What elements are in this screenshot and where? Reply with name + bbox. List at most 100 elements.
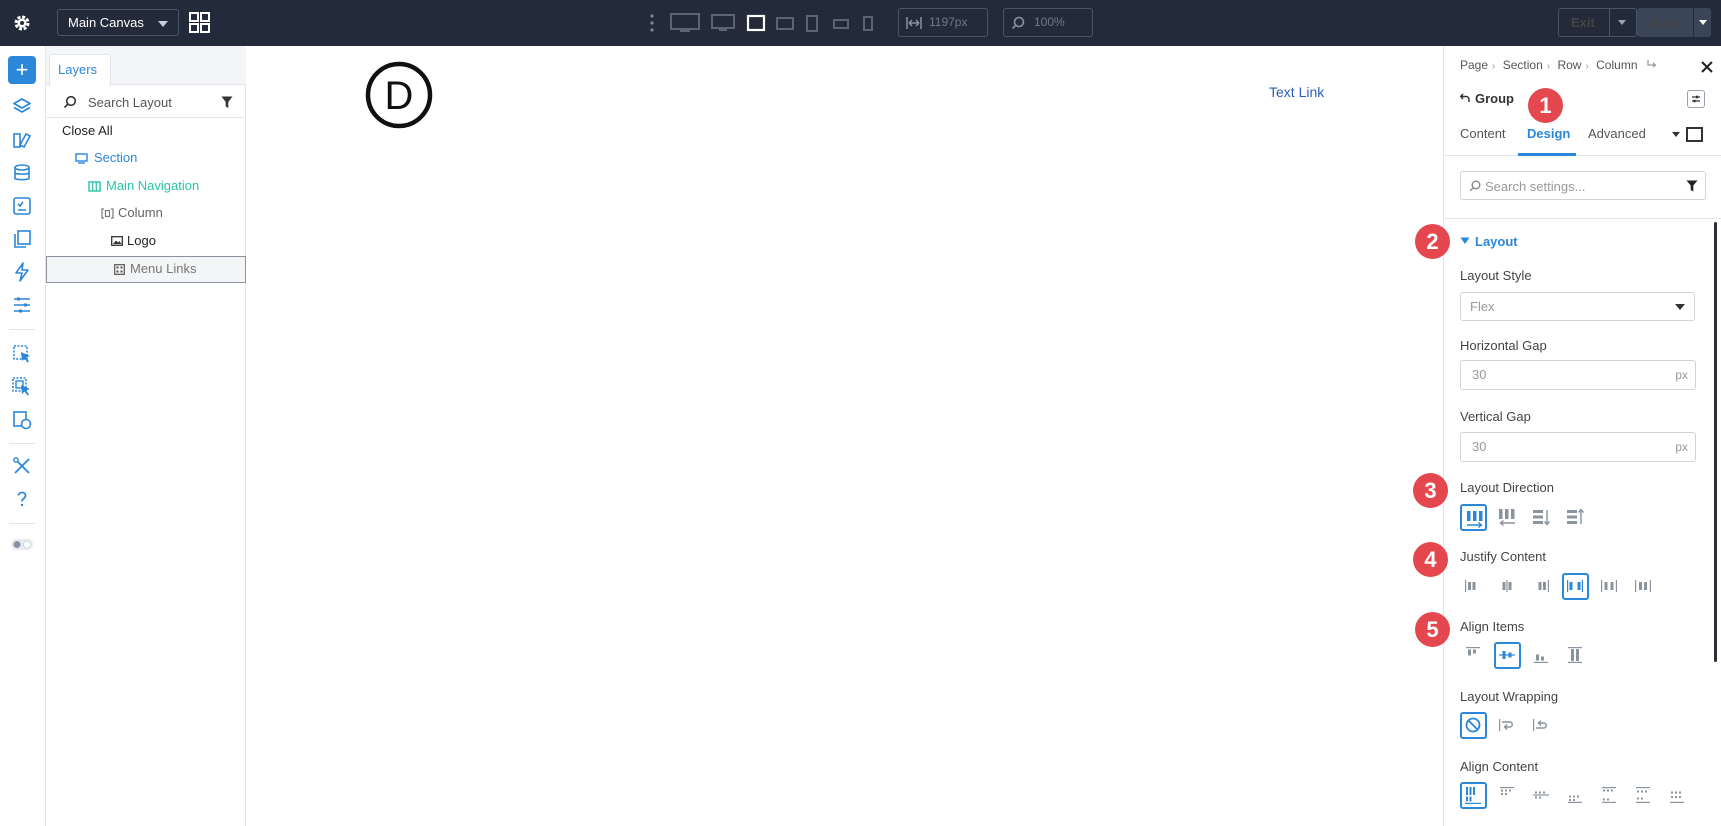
wrap-option[interactable] [1494, 712, 1521, 739]
pages-icon[interactable] [12, 229, 32, 249]
align-content-space-around-icon [1636, 787, 1650, 803]
tablet-landscape-icon[interactable] [776, 12, 794, 34]
align-content-space-between-option[interactable] [1596, 782, 1623, 809]
help-icon[interactable] [12, 489, 32, 509]
breadcrumb-section[interactable]: Section [1503, 58, 1543, 72]
text-link[interactable]: Text Link [1269, 84, 1324, 100]
phone-portrait-icon[interactable] [862, 12, 874, 34]
align-content-space-around-option[interactable] [1630, 782, 1657, 809]
layers-icon[interactable] [12, 97, 32, 117]
preset-options-button[interactable] [1687, 90, 1705, 108]
wide-desktop-icon[interactable] [670, 12, 700, 34]
tab-layers[interactable]: Layers [49, 54, 111, 86]
layer-item-main-navigation[interactable]: Main Navigation [46, 173, 246, 199]
nowrap-option[interactable] [1460, 712, 1487, 739]
save-dropdown-chevron-icon[interactable] [1699, 20, 1707, 25]
exit-dropdown-chevron-icon[interactable] [1618, 20, 1626, 25]
toggle-icon[interactable] [10, 534, 34, 554]
layout-style-select[interactable]: Flex [1460, 292, 1695, 321]
tablet-portrait-icon[interactable] [805, 12, 819, 34]
expand-panel-icon[interactable] [1686, 127, 1703, 142]
filter-icon[interactable] [221, 96, 233, 109]
breadcrumb-column[interactable]: Column [1596, 58, 1637, 72]
direction-column-option[interactable] [1528, 504, 1555, 531]
layer-item-section[interactable]: Section [46, 145, 246, 171]
direction-column-reverse-option[interactable] [1562, 504, 1589, 531]
tools-icon[interactable] [12, 456, 32, 476]
tab-design[interactable]: Design [1518, 124, 1576, 156]
canvas-width-input[interactable]: 1197px [898, 8, 988, 37]
forms-icon[interactable] [12, 196, 32, 216]
phone-landscape-icon[interactable] [832, 12, 850, 34]
align-content-stretch-option[interactable] [1664, 782, 1691, 809]
settings-scrollbar[interactable] [1714, 222, 1717, 662]
vertical-gap-unit[interactable]: px [1675, 433, 1688, 461]
database-icon[interactable] [12, 163, 32, 183]
layer-item-column[interactable]: Column [46, 200, 246, 226]
settings-tabs: Content Design Advanced [1444, 124, 1721, 156]
more-vertical-icon[interactable] [650, 14, 654, 32]
settings-search [1460, 171, 1706, 200]
zoom-input[interactable]: 100% [1003, 8, 1093, 37]
rail-divider [9, 443, 35, 444]
align-center-option[interactable] [1494, 642, 1521, 669]
breadcrumb-row[interactable]: Row [1557, 58, 1581, 72]
justify-space-between-option[interactable] [1562, 573, 1589, 600]
align-stretch-option[interactable] [1562, 642, 1589, 669]
top-toolbar: Main Canvas 1197px 100% Exit Save [0, 0, 1721, 46]
align-end-option[interactable] [1528, 642, 1555, 669]
laptop-icon[interactable] [746, 12, 766, 34]
horizontal-gap-unit[interactable]: px [1675, 361, 1688, 389]
multi-select-icon[interactable] [12, 377, 32, 397]
vertical-gap-input[interactable]: 30 px [1460, 432, 1696, 462]
exit-button-label: Exit [1571, 15, 1595, 30]
canvas-select[interactable]: Main Canvas [57, 9, 179, 36]
wrap-reverse-option[interactable] [1528, 712, 1555, 739]
global-element-icon[interactable] [12, 410, 32, 430]
select-element-icon[interactable] [12, 344, 32, 364]
justify-start-option[interactable] [1460, 573, 1487, 600]
add-module-button[interactable]: + [8, 56, 36, 84]
filter-icon[interactable] [1686, 180, 1698, 192]
desktop-icon[interactable] [711, 12, 735, 34]
divi-logo[interactable]: D [365, 61, 433, 129]
tab-content[interactable]: Content [1460, 124, 1516, 156]
direction-row-option[interactable] [1460, 504, 1487, 531]
close-icon[interactable] [1700, 60, 1714, 74]
horizontal-gap-input[interactable]: 30 px [1460, 360, 1696, 390]
wrap-reverse-icon [1533, 719, 1547, 731]
chevron-down-icon[interactable] [1672, 132, 1680, 137]
no-wrap-icon [1465, 717, 1481, 733]
layers-search-input[interactable] [88, 92, 218, 112]
settings-search-input[interactable] [1485, 177, 1675, 195]
gear-icon[interactable] [12, 13, 32, 33]
chevron-down-icon [158, 21, 168, 27]
align-content-end-option[interactable] [1562, 782, 1589, 809]
justify-space-around-option[interactable] [1596, 573, 1623, 600]
layout-wrapping-label: Layout Wrapping [1460, 689, 1559, 704]
justify-end-option[interactable] [1528, 573, 1555, 600]
justify-space-evenly-option[interactable] [1630, 573, 1657, 600]
align-start-option[interactable] [1460, 642, 1487, 669]
layer-item-menu-links[interactable]: Menu Links [46, 256, 246, 283]
close-all-button[interactable]: Close All [46, 118, 246, 144]
level-down-icon[interactable] [1647, 60, 1657, 69]
tab-advanced[interactable]: Advanced [1588, 124, 1658, 156]
justify-center-option[interactable] [1494, 573, 1521, 600]
breadcrumb-page[interactable]: Page [1460, 58, 1488, 72]
builder-canvas[interactable]: D Text Link [246, 46, 1443, 826]
align-content-top-option[interactable] [1494, 782, 1521, 809]
align-content-center-option[interactable] [1528, 782, 1555, 809]
direction-row-reverse-option[interactable] [1494, 504, 1521, 531]
presets-icon[interactable] [12, 130, 32, 150]
layer-item-logo[interactable]: Logo [46, 228, 246, 254]
align-content-start-option[interactable] [1460, 782, 1487, 809]
grid-icon[interactable] [189, 12, 210, 33]
chevron-down-icon [1675, 304, 1685, 310]
layers-search [46, 86, 246, 118]
exit-button[interactable]: Exit [1558, 8, 1637, 37]
lightning-icon[interactable] [12, 262, 32, 282]
sliders-icon[interactable] [12, 295, 32, 315]
save-button[interactable]: Save [1637, 8, 1711, 37]
row-icon [88, 181, 101, 192]
